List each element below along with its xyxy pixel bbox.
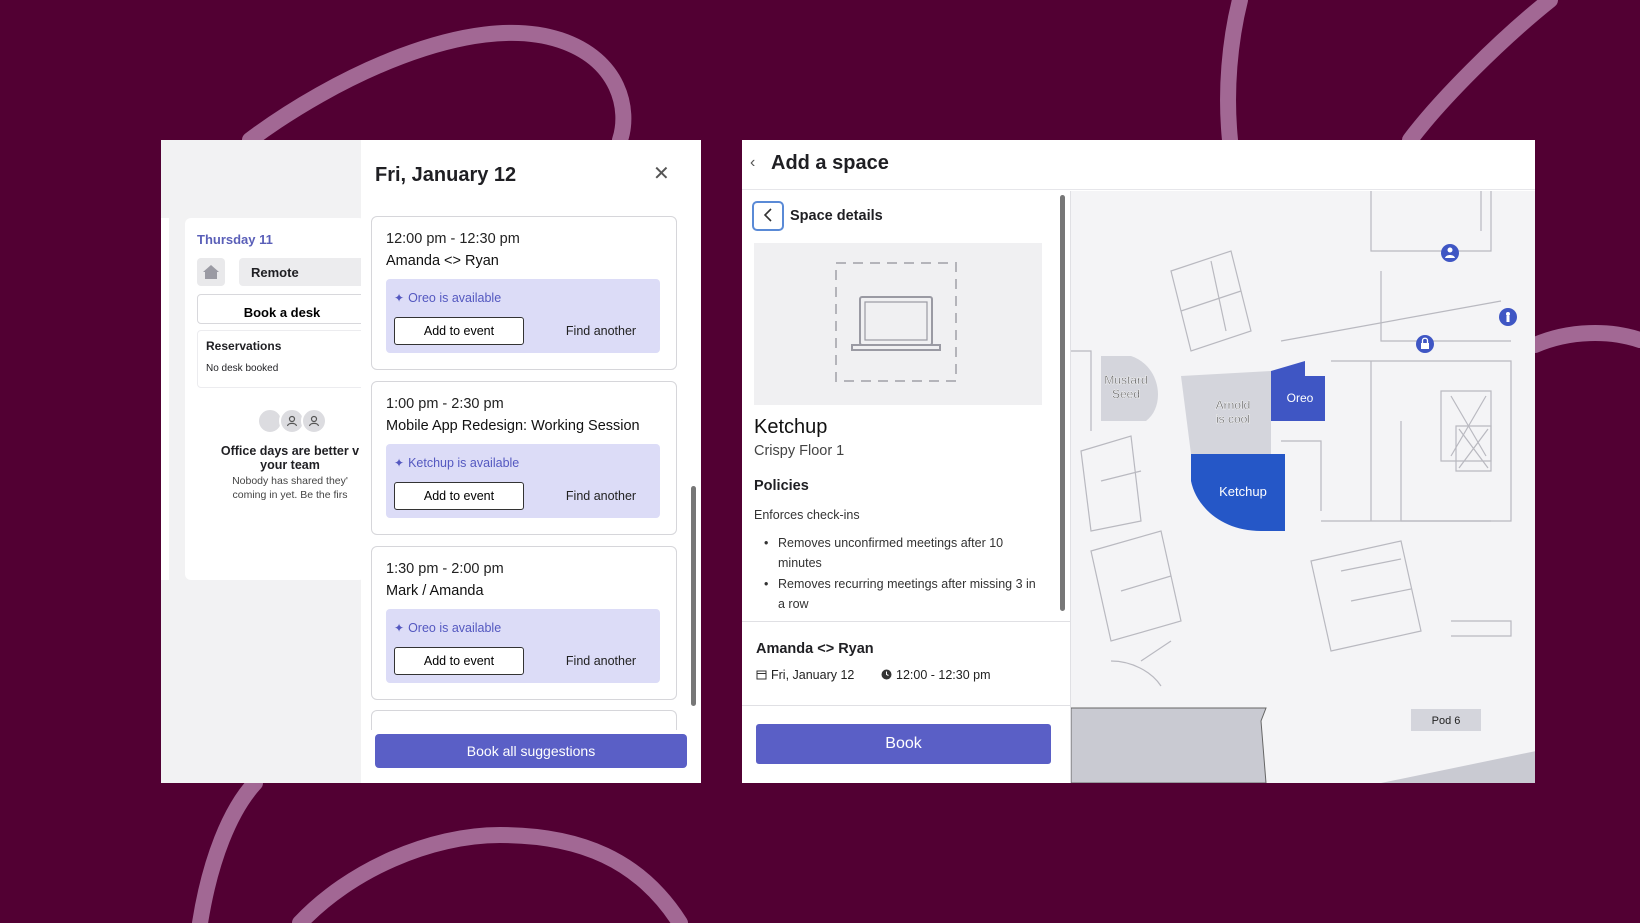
office-title-line: your team [260,458,320,472]
home-icon[interactable] [197,258,225,286]
previous-day-card-edge [161,218,169,580]
add-to-event-button[interactable]: Add to event [394,482,524,510]
office-title-line: Office days are better v [220,444,360,458]
suggestion-label: ✦ Ketchup is available [394,456,519,470]
find-another-button[interactable]: Find another [546,482,656,510]
event-time: 12:00 pm - 12:30 pm [386,231,520,247]
event-name: Amanda <> Ryan [386,253,499,269]
room-label: Ketchup [1219,484,1267,499]
space-details: Space details Ketchup Crispy Floor 1 Pol… [742,191,1070,783]
day-title: Thursday 11 [197,232,273,247]
suggestion-text: Oreo is available [408,621,502,635]
floor-plan: Mustard Seed Arnold is cool Oreo Ketchup… [1071,191,1535,783]
event-card-peek [371,710,677,730]
calendar-icon [756,670,767,680]
chevron-left-icon [763,207,772,222]
find-another-button[interactable]: Find another [546,317,656,345]
person-icon[interactable] [1441,244,1459,262]
space-image-placeholder [754,243,1042,405]
event-time: 1:30 pm - 2:00 pm [386,561,504,577]
policy-rules: Removes unconfirmed meetings after 10 mi… [764,533,1044,615]
sparkle-icon: ✦ [394,291,405,305]
room-label: Pod 6 [1432,715,1461,727]
policy-rule: Removes recurring meetings after missing… [764,574,1044,614]
reservations-box: Reservations No desk booked [197,330,367,388]
lock-icon[interactable] [1416,335,1434,353]
calendar-panel: Thursday 11 Remote Book a desk Reservati… [161,140,701,783]
event-card: 12:00 pm - 12:30 pm Amanda <> Ryan ✦ Oreo… [371,216,677,370]
event-card: 1:00 pm - 2:30 pm Mobile App Redesign: W… [371,381,677,535]
office-days-subtitle: Nobody has shared they' coming in yet. B… [205,474,375,502]
suggestions-drawer: Fri, January 12 ✕ 12:00 pm - 12:30 pm Am… [361,140,701,783]
room-label: Arnold [1216,398,1251,412]
person-icon[interactable] [1499,308,1517,326]
policies-title: Policies [754,478,809,494]
suggestion-label: ✦ Oreo is available [394,291,501,305]
space-floor: Crispy Floor 1 [754,443,845,459]
panel-header: ‹ Add a space [742,140,1535,190]
back-button[interactable] [752,201,784,231]
clock-icon [881,669,892,680]
details-scrollbar[interactable] [1060,195,1065,611]
meeting-date-text: Fri, January 12 [771,668,855,682]
event-time: 1:00 pm - 2:30 pm [386,396,504,412]
book-all-suggestions-button[interactable]: Book all suggestions [375,734,687,768]
meeting-name: Amanda <> Ryan [756,641,874,657]
sparkle-icon: ✦ [394,621,405,635]
space-name: Ketchup [754,416,828,438]
remote-option[interactable]: Remote [239,258,369,286]
book-desk-button[interactable]: Book a desk [197,294,367,324]
avatar-group [257,408,327,434]
day-card: Thursday 11 Remote Book a desk Reservati… [161,218,369,580]
reservations-empty-text: No desk booked [206,363,279,374]
laptop-icon [851,296,941,351]
event-card: 1:30 pm - 2:00 pm Mark / Amanda ✦ Oreo is… [371,546,677,700]
add-to-event-button[interactable]: Add to event [394,317,524,345]
drawer-title: Fri, January 12 [375,164,517,186]
room-label: Oreo [1287,391,1314,405]
room-label: Seed [1112,387,1140,401]
find-another-button[interactable]: Find another [546,647,656,675]
person-icon [301,408,327,434]
room-label: Mustard [1104,373,1147,387]
divider [742,621,1070,622]
divider [742,705,1070,706]
room-suggestion: ✦ Oreo is available Add to event Find ano… [386,609,660,683]
policy-rule: Removes unconfirmed meetings after 10 mi… [764,533,1044,573]
office-days-title: Office days are better v your team [205,444,375,472]
reservations-title: Reservations [206,339,282,353]
room-label: is cool [1216,412,1250,426]
chevron-left-icon[interactable]: ‹ [750,154,755,172]
page-title: Add a space [771,152,889,174]
policy-checkins: Enforces check-ins [754,508,860,522]
office-sub-line: coming in yet. Be the firs [232,489,348,501]
add-to-event-button[interactable]: Add to event [394,647,524,675]
book-button[interactable]: Book [756,724,1051,764]
meeting-time: 12:00 - 12:30 pm [881,668,991,682]
suggestion-text: Oreo is available [408,291,502,305]
event-name: Mark / Amanda [386,583,484,599]
add-space-panel: ‹ Add a space Space details Ketchup Cris… [742,140,1535,783]
room-suggestion: ✦ Ketchup is available Add to event Find … [386,444,660,518]
suggestion-label: ✦ Oreo is available [394,621,501,635]
floor-map[interactable]: Mustard Seed Arnold is cool Oreo Ketchup… [1070,191,1535,783]
meeting-date: Fri, January 12 [756,668,854,682]
suggestion-text: Ketchup is available [408,456,520,470]
room-suggestion: ✦ Oreo is available Add to event Find ano… [386,279,660,353]
sparkle-icon: ✦ [394,456,405,470]
office-sub-line: Nobody has shared they' [232,475,348,487]
drawer-scrollbar[interactable] [691,486,696,706]
close-icon[interactable]: ✕ [653,164,670,184]
meeting-time-text: 12:00 - 12:30 pm [896,668,991,682]
event-name: Mobile App Redesign: Working Session [386,418,640,434]
space-details-label: Space details [790,208,883,224]
